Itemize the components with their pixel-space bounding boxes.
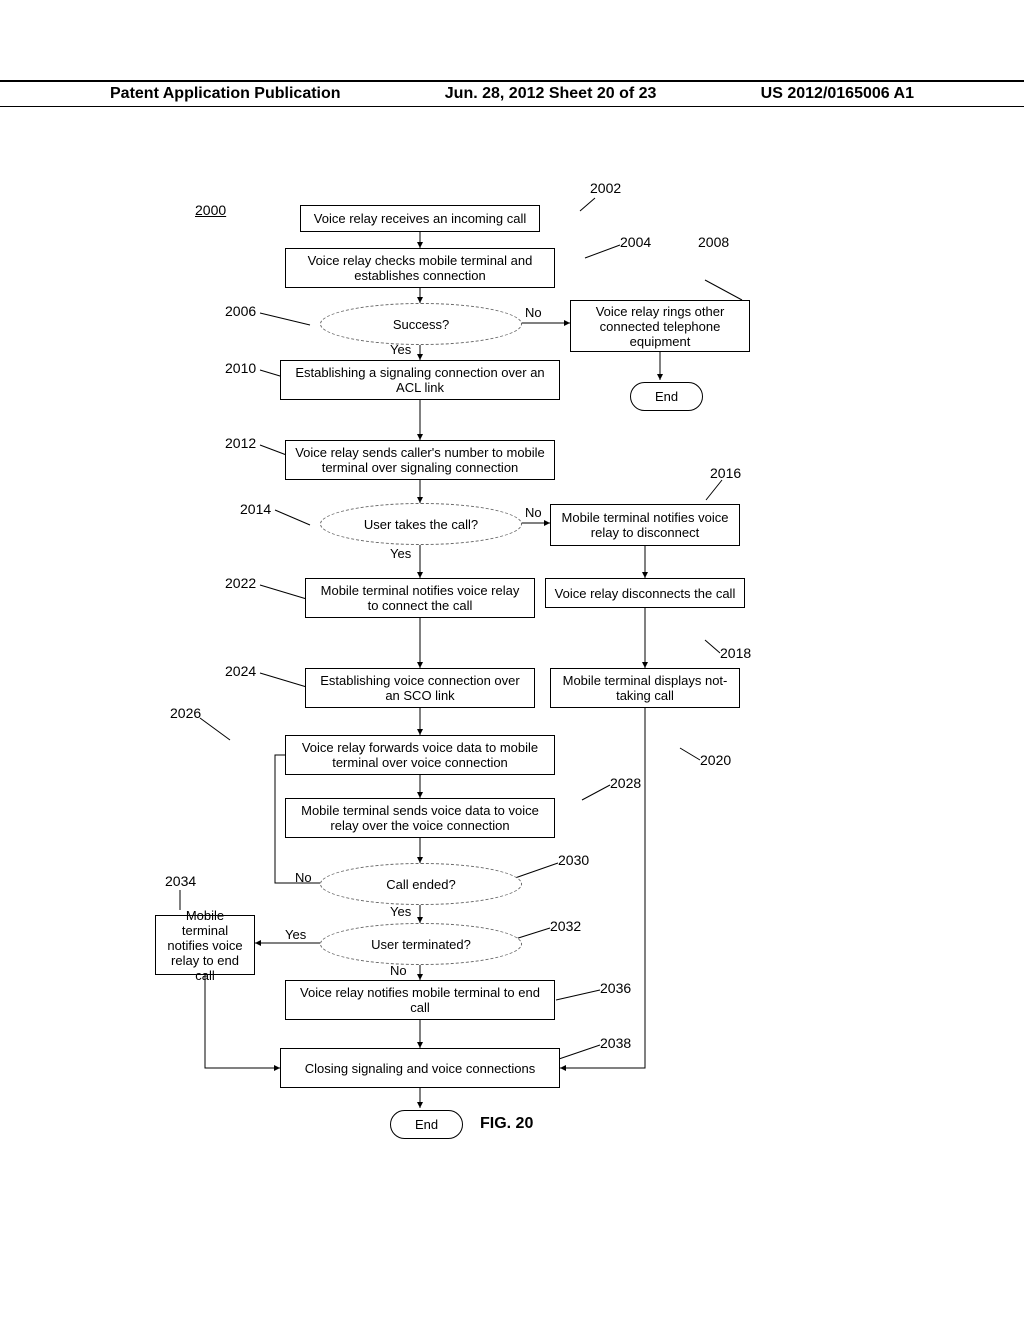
- node-2004: Voice relay checks mobile terminal and e…: [285, 248, 555, 288]
- ref-2004: 2004: [620, 234, 651, 250]
- ref-2020: 2020: [700, 752, 731, 768]
- node-2008: Voice relay rings other connected teleph…: [570, 300, 750, 352]
- node-2014: User takes the call?: [320, 503, 522, 545]
- node-2024: Establishing voice connection over an SC…: [305, 668, 535, 708]
- label-no-2014: No: [525, 505, 542, 520]
- node-2028: Mobile terminal sends voice data to voic…: [285, 798, 555, 838]
- ref-2026: 2026: [170, 705, 201, 721]
- node-2018: Voice relay disconnects the call: [545, 578, 745, 608]
- node-2038: Closing signaling and voice connections: [280, 1048, 560, 1088]
- ref-2008: 2008: [698, 234, 729, 250]
- label-yes-2006: Yes: [390, 342, 411, 357]
- ref-2002: 2002: [590, 180, 621, 196]
- ref-2006: 2006: [225, 303, 256, 319]
- label-no-2032: No: [390, 963, 407, 978]
- ref-2038: 2038: [600, 1035, 631, 1051]
- header-center: Jun. 28, 2012 Sheet 20 of 23: [445, 85, 657, 103]
- terminator-end2: End: [390, 1110, 463, 1139]
- node-2026: Voice relay forwards voice data to mobil…: [285, 735, 555, 775]
- ref-2000: 2000: [195, 202, 226, 218]
- ref-2022: 2022: [225, 575, 256, 591]
- label-no-2006: No: [525, 305, 542, 320]
- ref-2024: 2024: [225, 663, 256, 679]
- node-2002: Voice relay receives an incoming call: [300, 205, 540, 232]
- header-left: Patent Application Publication: [110, 85, 341, 103]
- ref-2014: 2014: [240, 501, 271, 517]
- label-yes-2032: Yes: [285, 927, 306, 942]
- label-no-2030: No: [295, 870, 312, 885]
- node-2020: Mobile terminal displays not-taking call: [550, 668, 740, 708]
- node-2012: Voice relay sends caller's number to mob…: [285, 440, 555, 480]
- ref-2036: 2036: [600, 980, 631, 996]
- node-2016: Mobile terminal notifies voice relay to …: [550, 504, 740, 546]
- ref-2016: 2016: [710, 465, 741, 481]
- terminator-end1: End: [630, 382, 703, 411]
- label-yes-2030: Yes: [390, 904, 411, 919]
- label-yes-2014: Yes: [390, 546, 411, 561]
- node-2032: User terminated?: [320, 923, 522, 965]
- flowchart: 2000 2002 2004 2006 2008 2010 2012 2014 …: [150, 190, 870, 1190]
- page-header: Patent Application Publication Jun. 28, …: [0, 80, 1024, 107]
- figure-label: FIG. 20: [480, 1115, 533, 1133]
- ref-2032: 2032: [550, 918, 581, 934]
- node-2036: Voice relay notifies mobile terminal to …: [285, 980, 555, 1020]
- node-2030: Call ended?: [320, 863, 522, 905]
- ref-2018: 2018: [720, 645, 751, 661]
- header-right: US 2012/0165006 A1: [761, 85, 914, 103]
- node-2034: Mobile terminal notifies voice relay to …: [155, 915, 255, 975]
- ref-2030: 2030: [558, 852, 589, 868]
- node-2010: Establishing a signaling connection over…: [280, 360, 560, 400]
- node-2022: Mobile terminal notifies voice relay to …: [305, 578, 535, 618]
- ref-2028: 2028: [610, 775, 641, 791]
- ref-2010: 2010: [225, 360, 256, 376]
- ref-2012: 2012: [225, 435, 256, 451]
- node-2006: Success?: [320, 303, 522, 345]
- ref-2034: 2034: [165, 873, 196, 889]
